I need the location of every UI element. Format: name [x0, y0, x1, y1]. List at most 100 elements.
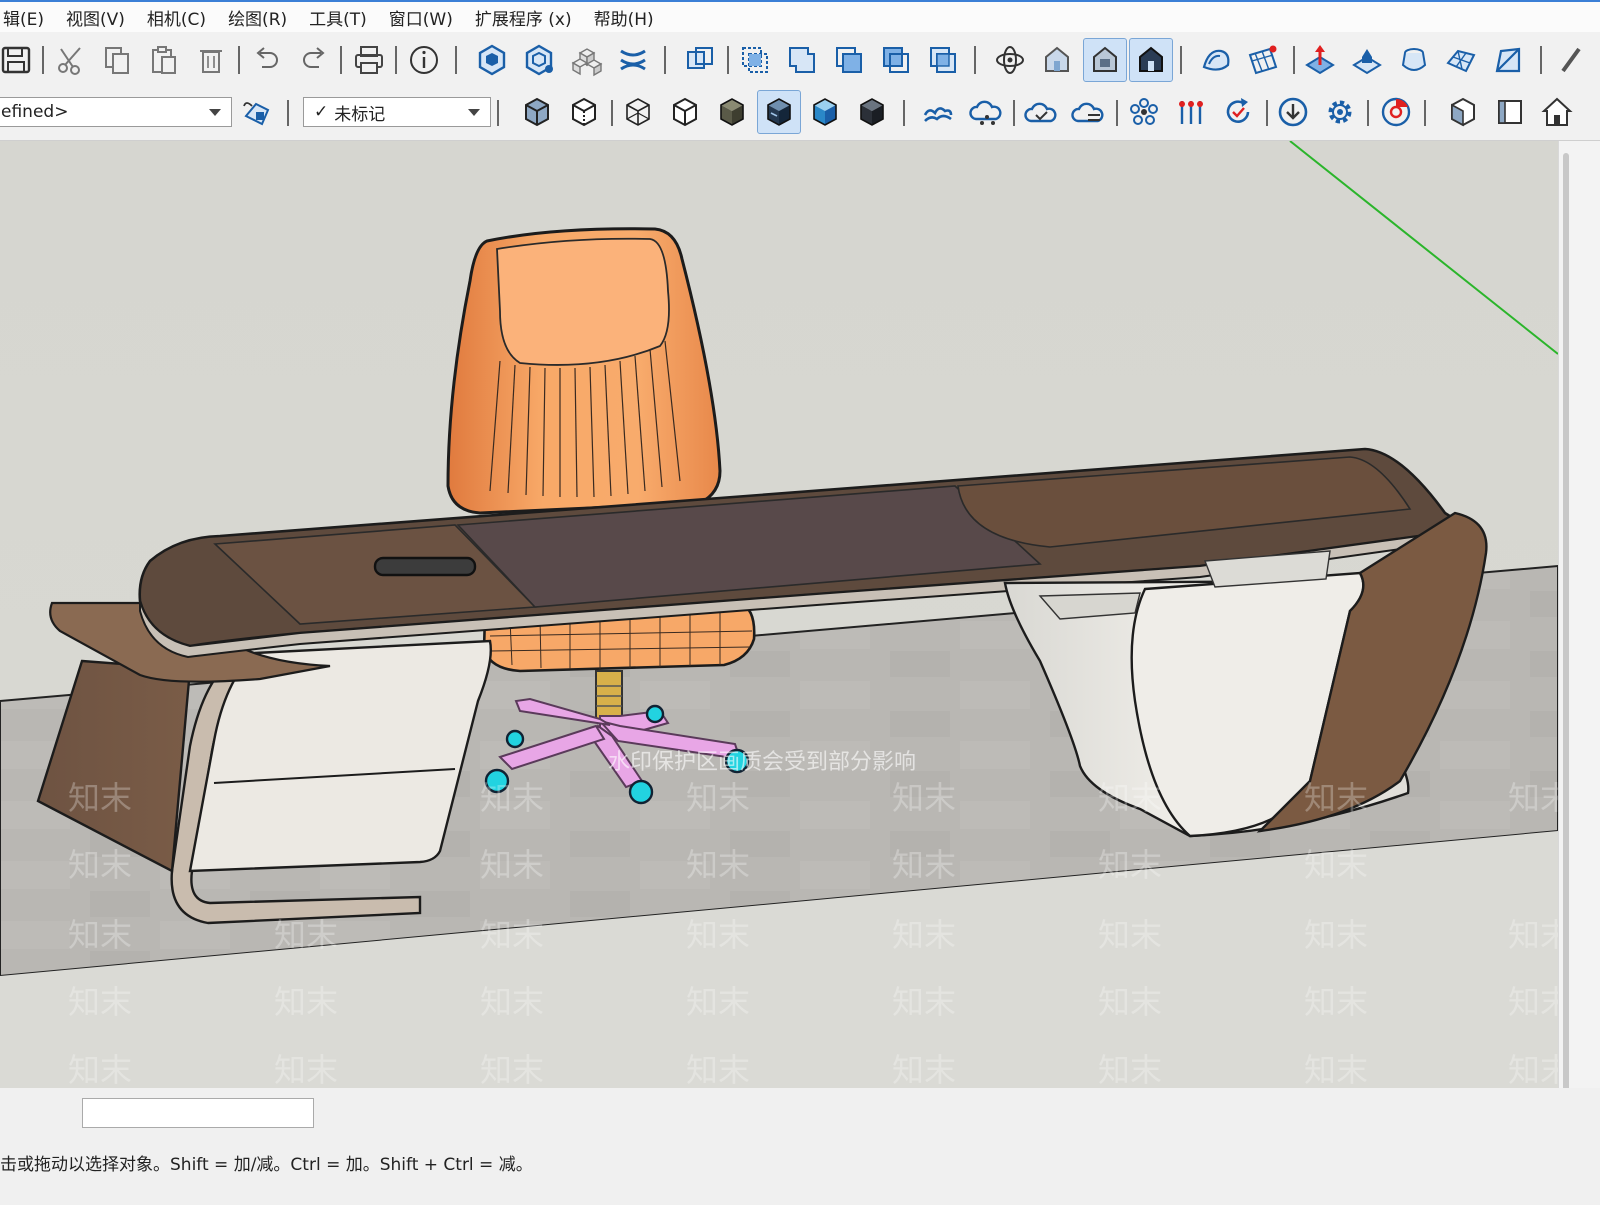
gear-icon[interactable]	[1320, 92, 1360, 132]
menu-tools[interactable]: 工具(T)	[298, 5, 378, 30]
union-icon[interactable]	[782, 40, 822, 80]
home-view-icon[interactable]	[1537, 92, 1577, 132]
sandbox-grid-icon[interactable]	[1243, 40, 1283, 80]
separator	[395, 46, 397, 74]
status-bar: 击或拖动以选择对象。Shift = 加/减。Ctrl = 加。Shift + C…	[0, 1088, 1600, 1205]
hidden-line-icon[interactable]	[665, 92, 705, 132]
dynamic-components-icon[interactable]	[613, 40, 653, 80]
watermark: 知末	[686, 779, 750, 817]
redo-icon[interactable]	[294, 40, 334, 80]
watermark: 知末	[1304, 916, 1368, 954]
house-view-icon[interactable]	[1037, 40, 1077, 80]
watermark: 知末	[1304, 846, 1368, 884]
front-view-icon[interactable]	[1490, 92, 1530, 132]
xray-style-icon[interactable]	[1083, 38, 1127, 82]
model-viewport[interactable]: 知末 知末 知末 知末 知末 知末 知末 知末 知末 知末 知末 知末 知末 知…	[0, 141, 1558, 1088]
delete-icon[interactable]	[191, 40, 231, 80]
shaded-textures-icon[interactable]	[757, 90, 801, 134]
scene-canvas[interactable]: 知末 知末 知末 知末 知末 知末 知末 知末 知末 知末 知末 知末 知末 知…	[0, 141, 1558, 1088]
watermark: 知末	[68, 1051, 132, 1088]
iso-view-icon[interactable]	[1443, 92, 1483, 132]
watermark: 知末	[686, 846, 750, 884]
cloud-check-icon[interactable]	[1020, 92, 1060, 132]
menu-help[interactable]: 帮助(H)	[583, 5, 665, 30]
separator	[611, 100, 613, 126]
watermark: 知末	[1098, 983, 1162, 1021]
flower-nodes-icon[interactable]	[1124, 92, 1164, 132]
undo-icon[interactable]	[247, 40, 287, 80]
separator	[1293, 46, 1295, 74]
cable-grommet	[373, 556, 477, 577]
trim-icon[interactable]	[876, 40, 916, 80]
separator	[1367, 100, 1369, 126]
paint-style-icon[interactable]	[237, 93, 277, 133]
watermark: 知末	[892, 916, 956, 954]
flip-edge-icon[interactable]	[1488, 40, 1528, 80]
paste-icon[interactable]	[144, 40, 184, 80]
separator	[238, 46, 240, 74]
watermark: 知末	[1508, 1051, 1558, 1088]
shaded-icon[interactable]	[712, 92, 752, 132]
cloud-menu-icon[interactable]	[1067, 92, 1107, 132]
xray-face-style-icon[interactable]	[517, 92, 557, 132]
add-detail-icon[interactable]	[1441, 40, 1481, 80]
watermark: 知末	[68, 916, 132, 954]
watermark: 知末	[686, 916, 750, 954]
sliders-icon[interactable]	[1171, 92, 1211, 132]
measurements-box[interactable]	[82, 1098, 314, 1128]
refresh-check-icon[interactable]	[1218, 92, 1258, 132]
dark-shaded-icon[interactable]	[852, 92, 892, 132]
watermark: 知末	[480, 846, 544, 884]
separator	[42, 46, 44, 74]
watermark: 知末	[1098, 1051, 1162, 1088]
sandbox-contours-icon[interactable]	[1196, 40, 1236, 80]
watermark: 知末	[686, 1051, 750, 1088]
separator	[974, 46, 976, 74]
copy-icon[interactable]	[97, 40, 137, 80]
model-info-icon[interactable]	[404, 40, 444, 80]
watermark: 知末	[1304, 779, 1368, 817]
download-icon[interactable]	[1273, 92, 1313, 132]
watermark: 知末	[892, 983, 956, 1021]
separator	[340, 46, 342, 74]
orbit-icon[interactable]	[990, 40, 1030, 80]
watermark: 知末	[892, 779, 956, 817]
outer-shell-icon[interactable]	[680, 40, 720, 80]
save-icon[interactable]	[0, 40, 36, 80]
tag-dropdown[interactable]: ✓ 未标记	[303, 97, 491, 127]
watermark: 知末	[1304, 1051, 1368, 1088]
watermark-notice: 水印保护区画质会受到部分影响	[608, 750, 916, 775]
pencil-icon[interactable]	[1552, 40, 1592, 80]
separator	[1424, 100, 1426, 126]
separator	[727, 46, 729, 74]
smoove-icon[interactable]	[1300, 40, 1340, 80]
monochrome-icon[interactable]	[805, 92, 845, 132]
component-attributes-icon[interactable]	[519, 40, 559, 80]
group-cubes-icon[interactable]	[566, 40, 606, 80]
vertical-scrollbar[interactable]	[1558, 141, 1600, 1183]
menu-view[interactable]: 视图(V)	[55, 5, 136, 30]
split-icon[interactable]	[923, 40, 963, 80]
drape-icon[interactable]	[1394, 40, 1434, 80]
menu-extensions[interactable]: 扩展程序 (x)	[464, 5, 583, 30]
style-dropdown[interactable]: efined>	[0, 97, 232, 127]
chrome-icon[interactable]	[1376, 92, 1416, 132]
cut-icon[interactable]	[50, 40, 90, 80]
intersect-icon[interactable]	[735, 40, 775, 80]
back-edges-style-icon[interactable]	[1129, 38, 1173, 82]
cloud-link-icon[interactable]	[918, 92, 958, 132]
menu-window[interactable]: 窗口(W)	[378, 5, 464, 30]
wireframe-icon[interactable]	[618, 92, 658, 132]
cloud-share-icon[interactable]	[965, 92, 1005, 132]
menu-draw[interactable]: 绘图(R)	[217, 5, 298, 30]
stamp-icon[interactable]	[1347, 40, 1387, 80]
components-icon[interactable]	[472, 40, 512, 80]
back-edges-icon[interactable]	[564, 92, 604, 132]
watermark: 知末	[1508, 916, 1558, 954]
menu-bar: 辑(E) 视图(V) 相机(C) 绘图(R) 工具(T) 窗口(W) 扩展程序 …	[0, 0, 1600, 32]
scrollbar-thumb[interactable]	[1563, 153, 1569, 1183]
menu-edit[interactable]: 辑(E)	[0, 5, 55, 30]
print-icon[interactable]	[349, 40, 389, 80]
menu-camera[interactable]: 相机(C)	[136, 5, 217, 30]
subtract-icon[interactable]	[829, 40, 869, 80]
